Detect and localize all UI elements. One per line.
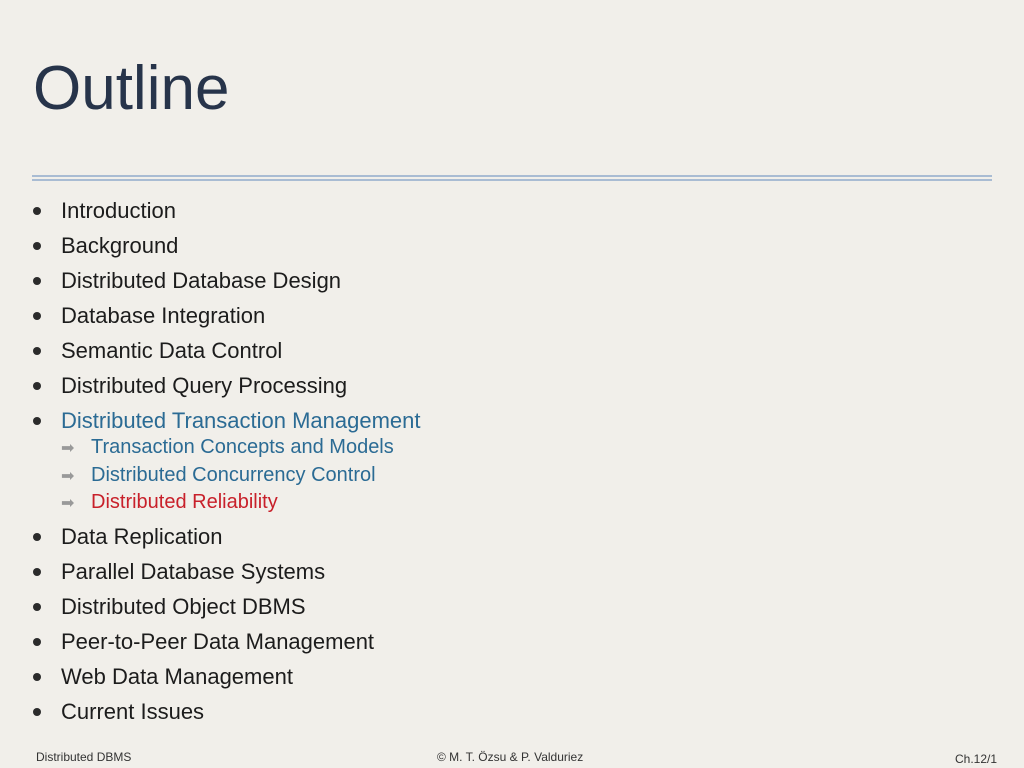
bullet-icon (33, 568, 41, 576)
outline-item: Parallel Database Systems (33, 554, 374, 589)
bullet-icon (33, 417, 41, 425)
bullet-icon (33, 533, 41, 541)
arrow-icon: ➡ (61, 440, 75, 457)
bullet-icon (33, 638, 41, 646)
outline-item: Distributed Query Processing (33, 368, 421, 403)
outline-item: Distributed Database Design (33, 263, 421, 298)
slide: Outline Introduction Background Distribu… (0, 0, 1024, 768)
outline-item: Peer-to-Peer Data Management (33, 624, 374, 659)
bullet-icon (33, 382, 41, 390)
footer-course: Distributed DBMS (36, 750, 132, 764)
title-divider-top (32, 175, 992, 177)
subtopic-item: ➡ Distributed Concurrency Control (61, 462, 394, 490)
outline-item: Web Data Management (33, 659, 374, 694)
bullet-icon (33, 242, 41, 250)
arrow-icon: ➡ (61, 495, 75, 512)
footer-slide-number: Ch.12/1 (955, 752, 998, 766)
bullet-icon (33, 347, 41, 355)
bullet-icon (33, 708, 41, 716)
slide-title: Outline (33, 54, 230, 123)
outline-list-top: Introduction Background Distributed Data… (33, 193, 421, 438)
outline-item: Introduction (33, 193, 421, 228)
outline-item: Semantic Data Control (33, 333, 421, 368)
outline-item: Background (33, 228, 421, 263)
outline-item: Current Issues (33, 694, 374, 729)
subtopic-item: ➡ Transaction Concepts and Models (61, 434, 394, 462)
outline-item: Distributed Object DBMS (33, 589, 374, 624)
footer-copyright: © M. T. Özsu & P. Valduriez (437, 750, 584, 764)
outline-item: Data Replication (33, 519, 374, 554)
bullet-icon (33, 673, 41, 681)
bullet-icon (33, 603, 41, 611)
bullet-icon (33, 312, 41, 320)
chapter-subtopics: ➡ Transaction Concepts and Models ➡ Distri… (61, 434, 394, 517)
bullet-icon (33, 207, 41, 215)
outline-list-bottom: Data Replication Parallel Database Syste… (33, 519, 374, 729)
subtopic-item-current: ➡ Distributed Reliability (61, 489, 394, 517)
title-divider-bottom (32, 179, 992, 181)
outline-item-current-chapter: Distributed Transaction Management (33, 403, 421, 438)
bullet-icon (33, 277, 41, 285)
outline-item: Database Integration (33, 298, 421, 333)
arrow-icon: ➡ (61, 467, 75, 485)
